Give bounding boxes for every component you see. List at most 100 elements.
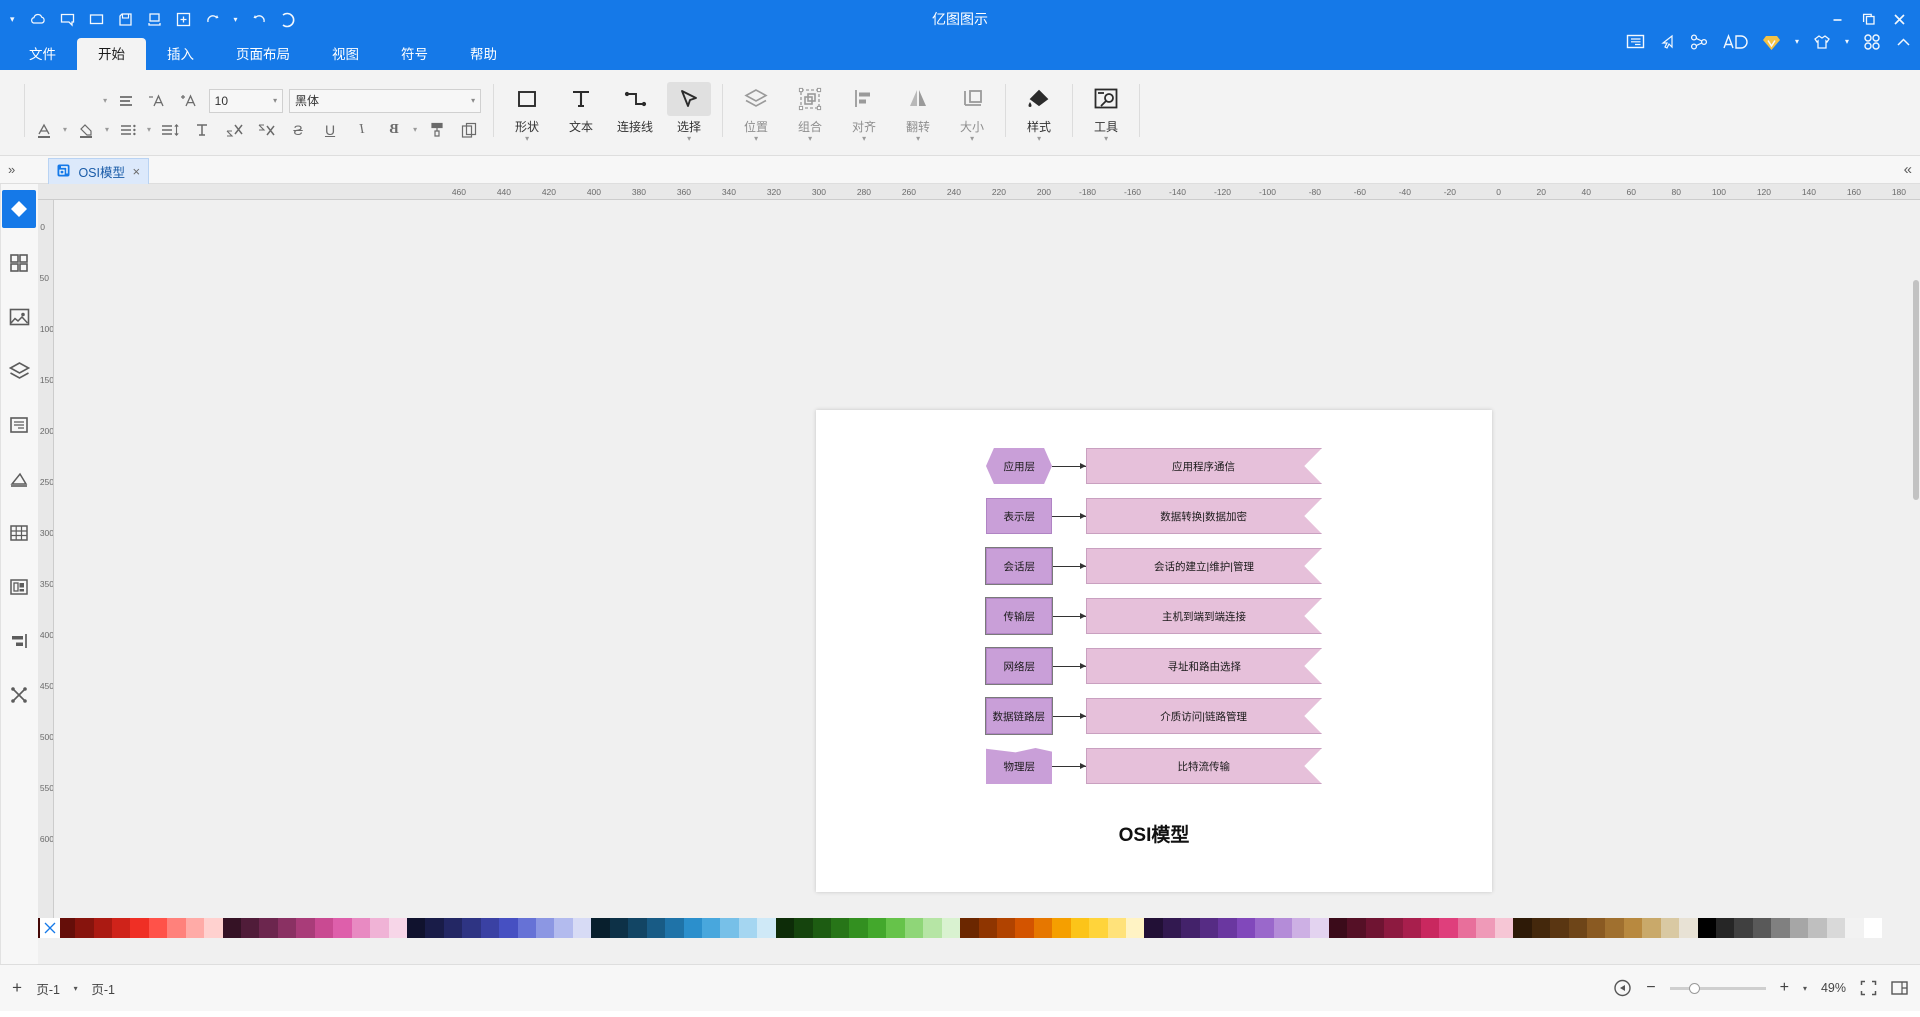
color-swatch[interactable]	[683, 918, 702, 938]
color-swatch[interactable]	[646, 918, 666, 938]
share-icon[interactable]	[1690, 34, 1708, 50]
color-swatch[interactable]	[333, 918, 352, 938]
collapse-up-icon[interactable]	[1895, 34, 1912, 51]
color-swatch[interactable]	[148, 918, 168, 938]
color-swatch[interactable]	[370, 918, 389, 938]
fullscreen-icon[interactable]	[1860, 980, 1877, 996]
color-swatch[interactable]	[812, 918, 832, 938]
color-swatch[interactable]	[204, 918, 223, 938]
color-swatch[interactable]	[1716, 918, 1735, 938]
color-swatch[interactable]	[1052, 918, 1071, 938]
color-swatch[interactable]	[757, 918, 776, 938]
diagram-layer-row[interactable]: 应用程序通信 应用层	[816, 448, 1492, 484]
new-icon[interactable]	[176, 12, 191, 27]
diagram-layer-row[interactable]: 会话的建立|维护|管理 会话层	[816, 547, 1492, 585]
format-painter-icon[interactable]	[423, 119, 449, 141]
highlight-icon[interactable]	[73, 119, 99, 141]
color-swatch[interactable]	[388, 918, 407, 938]
line-spacing-icon[interactable]	[113, 90, 139, 112]
diagram-layer-row[interactable]: 比特流传输 物理层	[816, 748, 1492, 784]
layer-description-shape[interactable]: 会话的建立|维护|管理	[1086, 548, 1322, 584]
select-button[interactable]: 选择 ▾	[662, 74, 716, 155]
ribbon-collapse-icon[interactable]: «	[8, 162, 15, 177]
apps-icon[interactable]	[1863, 33, 1881, 51]
color-swatch[interactable]	[1199, 918, 1219, 938]
vertical-scrollbar[interactable]	[1912, 200, 1920, 918]
color-swatch[interactable]	[591, 918, 610, 938]
tab-symbols[interactable]: 符号	[380, 38, 449, 70]
size-button[interactable]: 大小 ▾	[945, 74, 999, 155]
color-swatch[interactable]	[222, 918, 242, 938]
feedback-icon[interactable]	[1626, 34, 1645, 51]
color-swatch[interactable]	[259, 918, 278, 938]
diagram-layer-row[interactable]: 数据转换|数据加密 表示层	[816, 498, 1492, 534]
shape-button[interactable]: 形状 ▾	[500, 74, 554, 155]
color-swatch[interactable]	[277, 918, 297, 938]
color-swatch[interactable]	[1789, 918, 1809, 938]
color-swatch[interactable]	[1089, 918, 1108, 938]
color-swatch[interactable]	[738, 918, 758, 938]
bullets-caret-icon[interactable]: ▾	[105, 125, 109, 134]
layer-name-shape[interactable]: 网络层	[985, 647, 1053, 685]
tab-page-layout[interactable]: 页面布局	[215, 38, 311, 70]
clear-format-icon[interactable]	[189, 119, 215, 141]
color-swatch[interactable]	[1273, 918, 1292, 938]
color-swatch[interactable]	[1218, 918, 1237, 938]
color-swatch[interactable]	[407, 918, 426, 938]
color-swatch[interactable]	[1033, 918, 1053, 938]
underline-icon[interactable]: U	[317, 119, 343, 141]
line-height-icon[interactable]	[157, 119, 183, 141]
tab-file[interactable]: 文件	[8, 38, 77, 70]
color-swatch[interactable]	[904, 918, 924, 938]
restore-icon[interactable]	[1862, 13, 1875, 26]
color-swatch[interactable]	[75, 918, 94, 938]
decrease-font-icon[interactable]	[145, 90, 171, 112]
color-swatch[interactable]	[1107, 918, 1127, 938]
group-caret-icon[interactable]: ▾	[808, 134, 812, 143]
zoom-slider-knob[interactable]	[1688, 982, 1700, 994]
layer-name-shape[interactable]: 应用层	[986, 448, 1052, 484]
select-caret-icon[interactable]: ▾	[687, 134, 691, 143]
flip-caret-icon[interactable]: ▾	[916, 134, 920, 143]
style-caret-icon[interactable]: ▾	[1037, 134, 1041, 143]
sidebar-item-images[interactable]	[3, 298, 37, 336]
group-button[interactable]: 组合 ▾	[783, 74, 837, 155]
color-swatch[interactable]	[702, 918, 721, 938]
zoom-caret-icon[interactable]: ▾	[1803, 984, 1807, 993]
color-swatch[interactable]	[1310, 918, 1329, 938]
text-button[interactable]: 文本	[554, 74, 608, 155]
color-swatch[interactable]	[241, 918, 260, 938]
tools-caret-icon[interactable]: ▾	[1104, 134, 1108, 143]
color-swatch[interactable]	[112, 918, 131, 938]
sidebar-item-align[interactable]	[3, 622, 37, 660]
color-swatch[interactable]	[1697, 918, 1717, 938]
diagram-layer-row[interactable]: 主机到端到端连接 传输层	[816, 597, 1492, 635]
cloud-icon[interactable]	[29, 13, 46, 26]
sidebar-item-table[interactable]	[3, 514, 37, 552]
style-button[interactable]: 样式 ▾	[1012, 74, 1066, 155]
color-swatch[interactable]	[443, 918, 463, 938]
close-icon[interactable]: ×	[133, 164, 141, 179]
connector-line[interactable]	[1052, 466, 1086, 467]
color-swatch[interactable]	[1162, 918, 1182, 938]
close-icon[interactable]	[1893, 13, 1906, 26]
color-swatch[interactable]	[1144, 918, 1163, 938]
save-icon[interactable]	[118, 12, 133, 27]
color-swatch[interactable]	[130, 918, 149, 938]
color-swatch[interactable]	[1347, 918, 1366, 938]
color-swatch[interactable]	[93, 918, 112, 938]
panel-expand-icon[interactable]: »	[1904, 161, 1912, 178]
color-swatch[interactable]	[480, 918, 500, 938]
redo-icon[interactable]	[252, 13, 267, 26]
sidebar-item-chart[interactable]	[3, 460, 37, 498]
color-swatch[interactable]	[1587, 918, 1606, 938]
subscript-icon[interactable]	[221, 119, 247, 141]
color-swatch[interactable]	[517, 918, 537, 938]
color-swatch[interactable]	[1605, 918, 1624, 938]
sidebar-item-container[interactable]	[3, 568, 37, 606]
color-swatch[interactable]	[1365, 918, 1385, 938]
tools-button[interactable]: 工具 ▾	[1079, 74, 1133, 155]
line-height-caret-icon[interactable]: ▾	[147, 125, 151, 134]
color-swatch[interactable]	[314, 918, 334, 938]
color-swatch[interactable]	[462, 918, 481, 938]
